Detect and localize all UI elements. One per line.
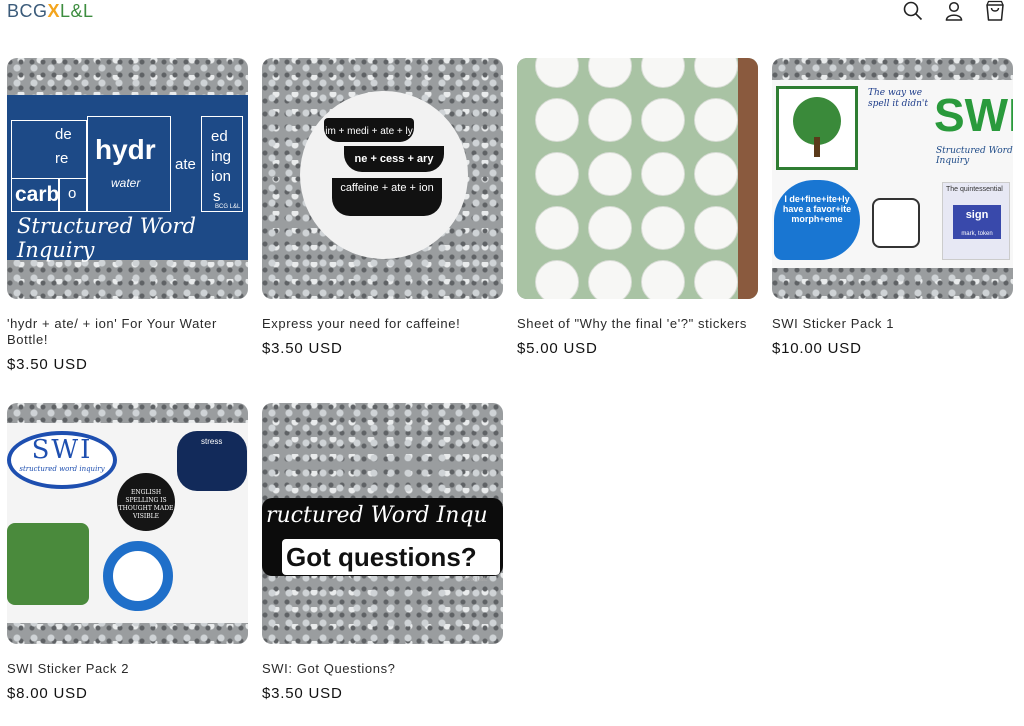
thought-sticker: ENGLISH SPELLING IS THOUGHT MADE VISIBLE (117, 473, 175, 531)
product-price: $3.50 USD (262, 685, 343, 702)
sticker-cup: caffeine + ate + ion (332, 178, 442, 216)
hand-sticker (872, 198, 920, 248)
sticker-dot (535, 98, 579, 142)
oval-sub: structured word inquiry (19, 465, 105, 473)
sticker-cell: ion (211, 168, 232, 185)
sticker-dot (694, 152, 738, 196)
cart-icon[interactable] (984, 0, 1006, 22)
sticker-cell: BCG L&L (215, 204, 241, 210)
sticker-dot (641, 98, 685, 142)
sticker-cell: re (55, 150, 69, 167)
sticker-line-1: ructured Word Inqu (266, 503, 488, 528)
logo-main: BCG (7, 1, 48, 21)
sticker-dot (641, 152, 685, 196)
sticker-dot (535, 152, 579, 196)
header-icons (902, 0, 1006, 22)
product-image[interactable]: The way we spell it didn't SWI Structure… (772, 58, 1013, 299)
product-image[interactable]: ructured Word Inqu Got questions? BCG L&… (262, 403, 503, 644)
product-title[interactable]: Sheet of "Why the final 'e'?" stickers (517, 316, 758, 332)
wood-background (738, 58, 758, 299)
oval-title: SWI (31, 435, 93, 465)
sticker-cell: de (55, 126, 72, 143)
sticker-dot (588, 206, 632, 250)
product-card[interactable]: Sheet of "Why the final 'e'?" stickers $… (517, 58, 758, 357)
quint-title: The quintessential (946, 186, 1003, 193)
sticker-dot (535, 206, 579, 250)
product-card[interactable]: ructured Word Inqu Got questions? BCG L&… (262, 403, 503, 702)
sticker-cell: water (111, 176, 141, 190)
product-image[interactable]: de re hydr water ate ed ing ion s carb o… (7, 58, 248, 299)
product-title[interactable]: 'hydr + ate/ + ion' For Your Water Bottl… (7, 316, 248, 348)
sticker-cell: ed (211, 128, 228, 145)
heart-sticker: I de+fine+ite+ly have a favor+ite morph+… (774, 180, 860, 260)
sticker-line-2: Got questions? (282, 539, 500, 575)
account-icon[interactable] (943, 0, 965, 22)
sticker-cup: im + medi + ate + ly (324, 118, 414, 142)
circle-sticker (103, 541, 173, 611)
sticker-banner: Structured Word Inquiry (17, 214, 196, 262)
sticker-dot (641, 260, 685, 299)
sticker-dot (535, 260, 579, 299)
sticker-cell: o (59, 178, 87, 212)
sign-sub: mark, token (961, 231, 993, 237)
swi-oval-sticker: SWI structured word inquiry (7, 431, 117, 489)
sticker-footer: BCG L&L (462, 577, 488, 583)
product-image[interactable]: SWI structured word inquiry ENGLISH SPEL… (7, 403, 248, 644)
product-price: $8.00 USD (7, 685, 88, 702)
search-icon[interactable] (902, 0, 924, 22)
sticker-cell: carb (11, 178, 59, 212)
sticker-cell: ing (211, 148, 232, 165)
sticker-dot (641, 206, 685, 250)
product-price: $3.50 USD (262, 340, 343, 357)
sticker-dot (588, 152, 632, 196)
product-title[interactable]: SWI: Got Questions? (262, 661, 503, 677)
sticker-cell: ate (175, 156, 196, 173)
product-image[interactable]: im + medi + ate + ly ne + cess + ary caf… (262, 58, 503, 299)
sticker-dot (694, 98, 738, 142)
product-title[interactable]: SWI Sticker Pack 2 (7, 661, 248, 677)
product-price: $3.50 USD (7, 356, 88, 373)
site-header: BCGXL&L (0, 0, 1024, 30)
sticker-cell: s (213, 188, 221, 205)
product-card[interactable]: SWI structured word inquiry ENGLISH SPEL… (7, 403, 248, 702)
sticker-dot (694, 260, 738, 299)
product-price: $5.00 USD (517, 340, 598, 357)
caffeine-sticker (300, 91, 468, 259)
sticker-cell: hydr (95, 134, 156, 165)
product-price: $10.00 USD (772, 340, 862, 357)
product-card[interactable]: de re hydr water ate ed ing ion s carb o… (7, 58, 248, 373)
product-title[interactable]: SWI Sticker Pack 1 (772, 316, 1013, 332)
swi-tagline: Structured Word Inquiry (936, 146, 1013, 166)
product-card[interactable]: The way we spell it didn't SWI Structure… (772, 58, 1013, 357)
site-logo[interactable]: BCGXL&L (7, 0, 94, 22)
sticker-dot (694, 206, 738, 250)
sticker-dot (588, 98, 632, 142)
quill-sticker: The way we spell it didn't (868, 88, 928, 109)
product-image[interactable] (517, 58, 758, 299)
sticker-dot (588, 260, 632, 299)
green-sticker (7, 523, 89, 605)
logo-end: L&L (60, 1, 94, 21)
logo-x: X (47, 1, 61, 21)
sticker-cup: ne + cess + ary (344, 146, 444, 172)
tree-sticker (776, 86, 858, 170)
product-title[interactable]: Express your need for caffeine! (262, 316, 503, 332)
quint-sticker: The quintessential sign mark, token (942, 182, 1010, 260)
swi-sticker: SWI (934, 89, 1013, 141)
product-card[interactable]: im + medi + ate + ly ne + cess + ary caf… (262, 58, 503, 357)
stress-sticker: stress (177, 431, 247, 491)
